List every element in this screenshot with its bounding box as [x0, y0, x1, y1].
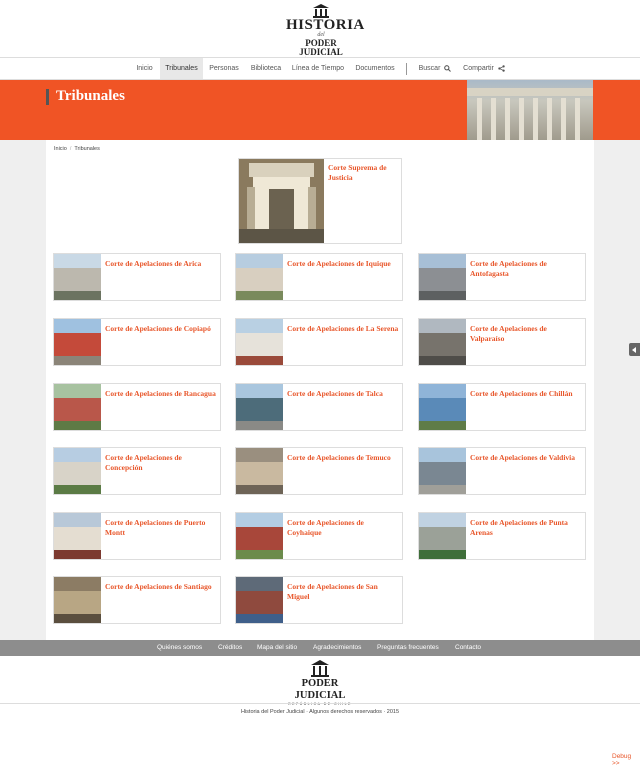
court-photo — [419, 384, 466, 430]
nav-biblioteca[interactable]: Biblioteca — [247, 58, 285, 79]
nav-inicio[interactable]: Inicio — [131, 58, 158, 79]
court-photo — [236, 577, 283, 623]
temple-icon — [311, 660, 329, 678]
court-card-concepcion[interactable]: Corte de Apelaciones de Concepción — [53, 447, 221, 495]
court-title[interactable]: Corte de Apelaciones de Santiago — [105, 582, 217, 592]
footer-link-agradecimientos[interactable]: Agradecimientos — [313, 640, 361, 656]
court-card-suprema[interactable]: Corte Suprema de Justicia — [238, 158, 402, 244]
search-label: Buscar — [418, 65, 441, 72]
court-title[interactable]: Corte de Apelaciones de Chillán — [470, 389, 582, 399]
court-card-la-serena[interactable]: Corte de Apelaciones de La Serena — [235, 318, 403, 366]
footer-nav: Quiénes somos Créditos Mapa del sitio Ag… — [0, 640, 640, 656]
court-photo — [419, 448, 466, 494]
court-photo — [236, 254, 283, 300]
court-photo — [419, 513, 466, 559]
share-label: Compartir — [463, 65, 494, 72]
logo-title: HISTORIA — [286, 17, 365, 33]
court-title[interactable]: Corte de Apelaciones de Temuco — [287, 453, 399, 463]
main-nav: Inicio Tribunales Personas Biblioteca Lí… — [0, 57, 640, 80]
nav-share-button[interactable]: Compartir — [462, 58, 506, 79]
court-card-coyhaique[interactable]: Corte de Apelaciones de Coyhaique — [235, 512, 403, 560]
footer-link-preguntas-frecuentes[interactable]: Preguntas frecuentes — [377, 640, 439, 656]
copyright-text: Historia del Poder Judicial · Algunos de… — [240, 709, 400, 715]
court-photo — [54, 577, 101, 623]
main-content: Inicio / Tribunales Corte Suprema de Justi… — [46, 140, 594, 640]
court-card-chillan[interactable]: Corte de Apelaciones de Chillán — [418, 383, 586, 431]
court-photo — [236, 319, 283, 365]
court-photo — [419, 254, 466, 300]
court-title[interactable]: Corte de Apelaciones de Valdivia — [470, 453, 582, 463]
court-title[interactable]: Corte de Apelaciones de Concepción — [105, 453, 217, 473]
court-card-arica[interactable]: Corte de Apelaciones de Arica — [53, 253, 221, 301]
court-title[interactable]: Corte de Apelaciones de La Serena — [287, 324, 399, 334]
breadcrumb-tribunales: Tribunales — [74, 146, 100, 152]
court-photo — [236, 448, 283, 494]
court-photo — [54, 513, 101, 559]
court-card-copiapo[interactable]: Corte de Apelaciones de Copiapó — [53, 318, 221, 366]
share-icon — [498, 64, 505, 72]
court-photo — [419, 319, 466, 365]
court-card-antofagasta[interactable]: Corte de Apelaciones de Antofagasta — [418, 253, 586, 301]
footer-logo-title: PODER JUDICIAL — [294, 678, 346, 701]
court-card-valparaiso[interactable]: Corte de Apelaciones de Valparaíso — [418, 318, 586, 366]
breadcrumb-inicio[interactable]: Inicio — [54, 146, 67, 152]
banner-building-photo — [467, 80, 593, 140]
court-title[interactable]: Corte de Apelaciones de Iquique — [287, 259, 399, 269]
footer-divider — [0, 703, 640, 704]
page-banner: Tribunales — [0, 80, 640, 140]
nav-divider — [406, 63, 407, 75]
page-title: Tribunales — [56, 88, 125, 104]
nav-personas[interactable]: Personas — [205, 58, 243, 79]
site-logo[interactable]: HISTORIA del PODER JUDICIAL REPÚBLICA DE… — [286, 4, 365, 61]
court-title[interactable]: Corte de Apelaciones de Talca — [287, 389, 399, 399]
court-photo — [54, 384, 101, 430]
site-footer: PODER JUDICIAL REPÚBLICA DE CHILE Histor… — [0, 656, 640, 766]
nav-documentos[interactable]: Documentos — [352, 58, 398, 79]
court-card-santiago[interactable]: Corte de Apelaciones de Santiago — [53, 576, 221, 624]
banner-accent-bar — [46, 89, 49, 105]
court-photo — [54, 448, 101, 494]
court-photo — [54, 254, 101, 300]
court-card-rancagua[interactable]: Corte de Apelaciones de Rancagua — [53, 383, 221, 431]
court-title[interactable]: Corte de Apelaciones de San Miguel — [287, 582, 399, 602]
court-photo — [236, 513, 283, 559]
court-card-iquique[interactable]: Corte de Apelaciones de Iquique — [235, 253, 403, 301]
footer-link-creditos[interactable]: Créditos — [218, 640, 242, 656]
footer-logo[interactable]: PODER JUDICIAL REPÚBLICA DE CHILE — [282, 660, 358, 706]
court-photo — [54, 319, 101, 365]
court-card-temuco[interactable]: Corte de Apelaciones de Temuco — [235, 447, 403, 495]
court-photo — [239, 159, 324, 243]
court-card-puerto-montt[interactable]: Corte de Apelaciones de Puerto Montt — [53, 512, 221, 560]
temple-icon — [313, 4, 329, 18]
court-title[interactable]: Corte de Apelaciones de Rancagua — [105, 389, 217, 399]
court-title[interactable]: Corte de Apelaciones de Copiapó — [105, 324, 217, 334]
court-card-san-miguel[interactable]: Corte de Apelaciones de San Miguel — [235, 576, 403, 624]
nav-search-button[interactable]: Buscar — [416, 58, 454, 79]
court-card-punta-arenas[interactable]: Corte de Apelaciones de Punta Arenas — [418, 512, 586, 560]
footer-link-quienes-somos[interactable]: Quiénes somos — [157, 640, 202, 656]
site-header: HISTORIA del PODER JUDICIAL REPÚBLICA DE… — [0, 0, 640, 61]
court-photo — [236, 384, 283, 430]
footer-link-mapa-del-sitio[interactable]: Mapa del sitio — [257, 640, 297, 656]
court-card-talca[interactable]: Corte de Apelaciones de Talca — [235, 383, 403, 431]
nav-linea-de-tiempo[interactable]: Línea de Tiempo — [290, 58, 346, 79]
court-title[interactable]: Corte de Apelaciones de Antofagasta — [470, 259, 582, 279]
court-title[interactable]: Corte de Apelaciones de Coyhaique — [287, 518, 399, 538]
side-panel-toggle[interactable] — [629, 343, 640, 356]
breadcrumb: Inicio / Tribunales — [54, 146, 100, 152]
debug-link[interactable]: Debug >> — [612, 753, 640, 766]
nav-tribunales[interactable]: Tribunales — [160, 58, 203, 79]
court-title[interactable]: Corte de Apelaciones de Punta Arenas — [470, 518, 582, 538]
court-title[interactable]: Corte de Apelaciones de Puerto Montt — [105, 518, 217, 538]
court-card-valdivia[interactable]: Corte de Apelaciones de Valdivia — [418, 447, 586, 495]
logo-subtitle: PODER JUDICIAL — [299, 38, 343, 57]
court-title[interactable]: Corte de Apelaciones de Valparaíso — [470, 324, 582, 344]
search-icon — [444, 64, 452, 72]
footer-link-contacto[interactable]: Contacto — [455, 640, 481, 656]
court-title[interactable]: Corte de Apelaciones de Arica — [105, 259, 217, 269]
court-title[interactable]: Corte Suprema de Justicia — [328, 163, 400, 183]
